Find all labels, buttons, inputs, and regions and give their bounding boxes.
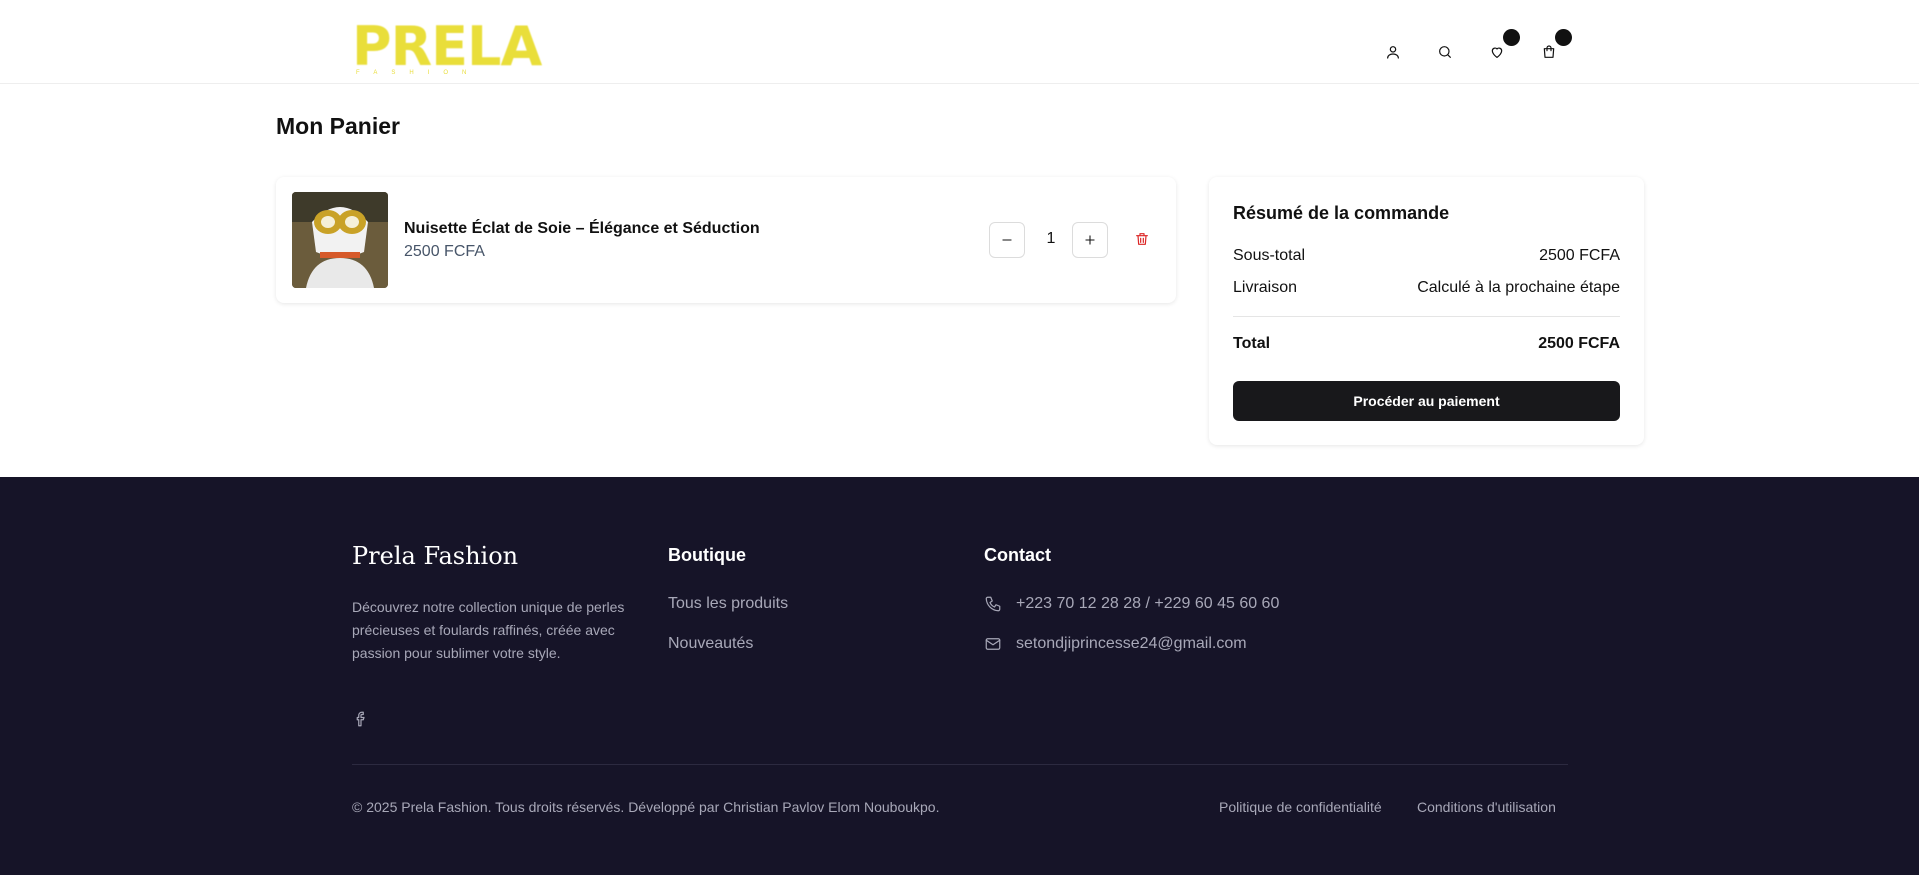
account-button[interactable] <box>1380 39 1406 65</box>
new-arrivals-link[interactable]: Nouveautés <box>668 635 753 653</box>
subtotal-value: 2500 FCFA <box>1539 247 1620 264</box>
wishlist-badge <box>1503 29 1520 46</box>
shipping-label: Livraison <box>1233 279 1298 296</box>
plus-icon <box>1085 235 1095 245</box>
terms-link[interactable]: Conditions d'utilisation <box>1417 799 1556 815</box>
product-image <box>292 192 388 288</box>
user-icon <box>1387 46 1399 59</box>
cart-item-price: 2500 FCFA <box>404 243 485 260</box>
phone-number: +223 70 12 28 28 / +229 60 45 60 60 <box>1016 595 1280 612</box>
trash-icon <box>1136 233 1148 245</box>
summary-title: Résumé de la commande <box>1233 203 1450 223</box>
subtotal-label: Sous-total <box>1233 247 1306 264</box>
cart-item-card: Nuisette Éclat de Soie – Élégance et Séd… <box>276 177 1176 303</box>
all-products-link[interactable]: Tous les produits <box>668 595 788 613</box>
phone-icon <box>985 596 1001 612</box>
subtotal-row: Sous-total 2500 FCFA <box>1233 247 1620 265</box>
page-title: Mon Panier <box>276 113 400 139</box>
shop-column-title: Boutique <box>668 545 746 565</box>
facebook-icon <box>356 711 365 727</box>
logo-text: PRELA <box>352 15 542 78</box>
summary-divider <box>1233 316 1620 317</box>
email-contact[interactable]: setondjiprincesse24@gmail.com <box>984 635 1247 653</box>
wishlist-button[interactable] <box>1484 29 1520 65</box>
copyright-text: © 2025 Prela Fashion. Tous droits réserv… <box>352 799 940 815</box>
total-label: Total <box>1233 335 1271 352</box>
total-value: 2500 FCFA <box>1538 335 1620 352</box>
footer-brand: Prela Fashion <box>352 542 519 570</box>
logo[interactable]: PRELA FASHION <box>352 15 542 80</box>
facebook-link[interactable] <box>352 710 372 730</box>
shipping-value: Calculé à la prochaine étape <box>1417 279 1620 296</box>
total-row: Total 2500 FCFA <box>1233 335 1620 353</box>
cart-item-name[interactable]: Nuisette Éclat de Soie – Élégance et Séd… <box>404 220 760 238</box>
privacy-policy-link[interactable]: Politique de confidentialité <box>1219 799 1382 815</box>
cart-button[interactable] <box>1536 29 1572 65</box>
checkout-button[interactable]: Procéder au paiement <box>1233 381 1620 421</box>
increase-quantity-button[interactable] <box>1072 222 1108 258</box>
phone-contact[interactable]: +223 70 12 28 28 / +229 60 45 60 60 <box>984 595 1279 613</box>
email-address: setondjiprincesse24@gmail.com <box>1016 635 1247 652</box>
cart-badge <box>1555 29 1572 46</box>
search-button[interactable] <box>1432 39 1458 65</box>
site-footer: Prela Fashion Découvrez notre collection… <box>0 477 1919 875</box>
decrease-quantity-button[interactable] <box>989 222 1025 258</box>
shopping-bag-icon <box>1543 45 1555 58</box>
remove-item-button[interactable] <box>1134 231 1152 249</box>
mail-icon <box>985 638 1001 650</box>
heart-icon <box>1491 47 1503 58</box>
shipping-row: Livraison Calculé à la prochaine étape <box>1233 279 1620 297</box>
footer-description: Découvrez notre collection unique de per… <box>352 599 625 661</box>
contact-column-title: Contact <box>984 545 1051 565</box>
footer-divider <box>352 764 1568 765</box>
logo-subtext: FASHION <box>356 70 481 76</box>
product-thumbnail[interactable] <box>292 192 388 288</box>
order-summary: Résumé de la commande Sous-total 2500 FC… <box>1209 177 1644 445</box>
search-icon <box>1439 46 1451 58</box>
minus-icon <box>1002 239 1012 241</box>
site-header: PRELA FASHION <box>0 0 1919 84</box>
quantity-value: 1 <box>1046 230 1056 247</box>
